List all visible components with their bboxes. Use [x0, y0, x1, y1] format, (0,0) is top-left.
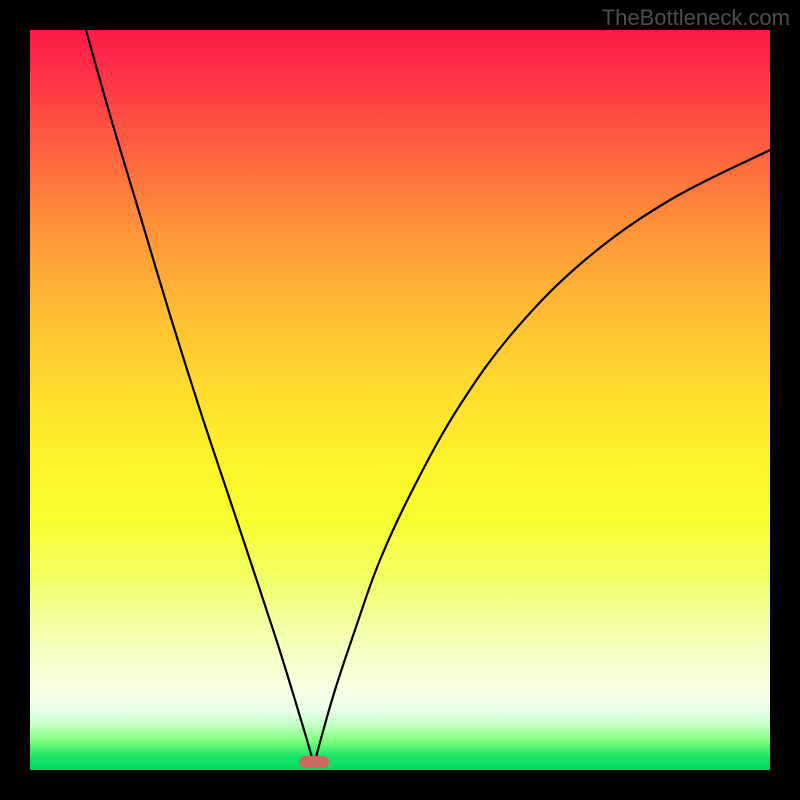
curve-right-branch — [314, 150, 770, 765]
curve-svg — [30, 30, 770, 770]
curve-left-branch — [86, 30, 314, 765]
valley-marker — [299, 756, 329, 768]
chart-frame: TheBottleneck.com — [0, 0, 800, 800]
plot-area — [30, 30, 770, 770]
watermark-text: TheBottleneck.com — [602, 5, 790, 31]
